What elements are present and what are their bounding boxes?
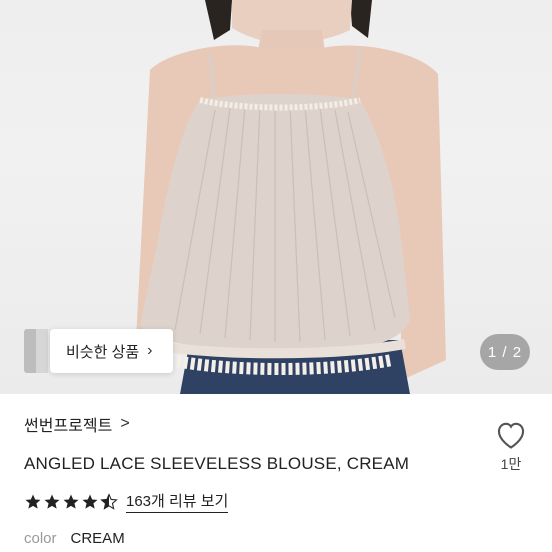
color-value: CREAM <box>70 530 125 547</box>
shop-link[interactable]: 썬번프로젝트 > <box>24 412 130 436</box>
rating-row[interactable]: 163개 리뷰 보기 <box>24 490 229 513</box>
rating-stars <box>24 492 118 511</box>
color-row: color CREAM <box>24 530 125 547</box>
star-half-icon <box>100 492 118 510</box>
similar-products-label: 비슷한 상품 <box>66 343 140 361</box>
image-pager: 1 / 2 <box>480 334 530 370</box>
similar-products-button[interactable]: 비슷한 상품 › <box>50 329 173 373</box>
similar-products[interactable]: 비슷한 상품 › <box>24 329 173 373</box>
chevron-right-icon: > <box>120 415 130 432</box>
chevron-right-icon: › <box>147 342 153 359</box>
reviews-link[interactable]: 163개 리뷰 보기 <box>126 490 229 513</box>
product-info: 썬번프로젝트 > ANGLED LACE SLEEVELESS BLOUSE, … <box>0 394 552 552</box>
shop-name: 썬번프로젝트 <box>24 418 113 435</box>
product-title: ANGLED LACE SLEEVELESS BLOUSE, CREAM <box>24 454 410 473</box>
star-icon <box>44 494 60 509</box>
heart-outline-icon <box>497 422 525 449</box>
like-button[interactable]: 1만 <box>490 418 532 474</box>
product-photo[interactable]: 비슷한 상품 › 1 / 2 <box>0 0 552 394</box>
star-icon <box>25 494 41 509</box>
color-label: color <box>24 530 57 547</box>
star-icon <box>63 494 79 509</box>
star-icon <box>82 494 98 509</box>
like-count: 1만 <box>500 456 522 472</box>
